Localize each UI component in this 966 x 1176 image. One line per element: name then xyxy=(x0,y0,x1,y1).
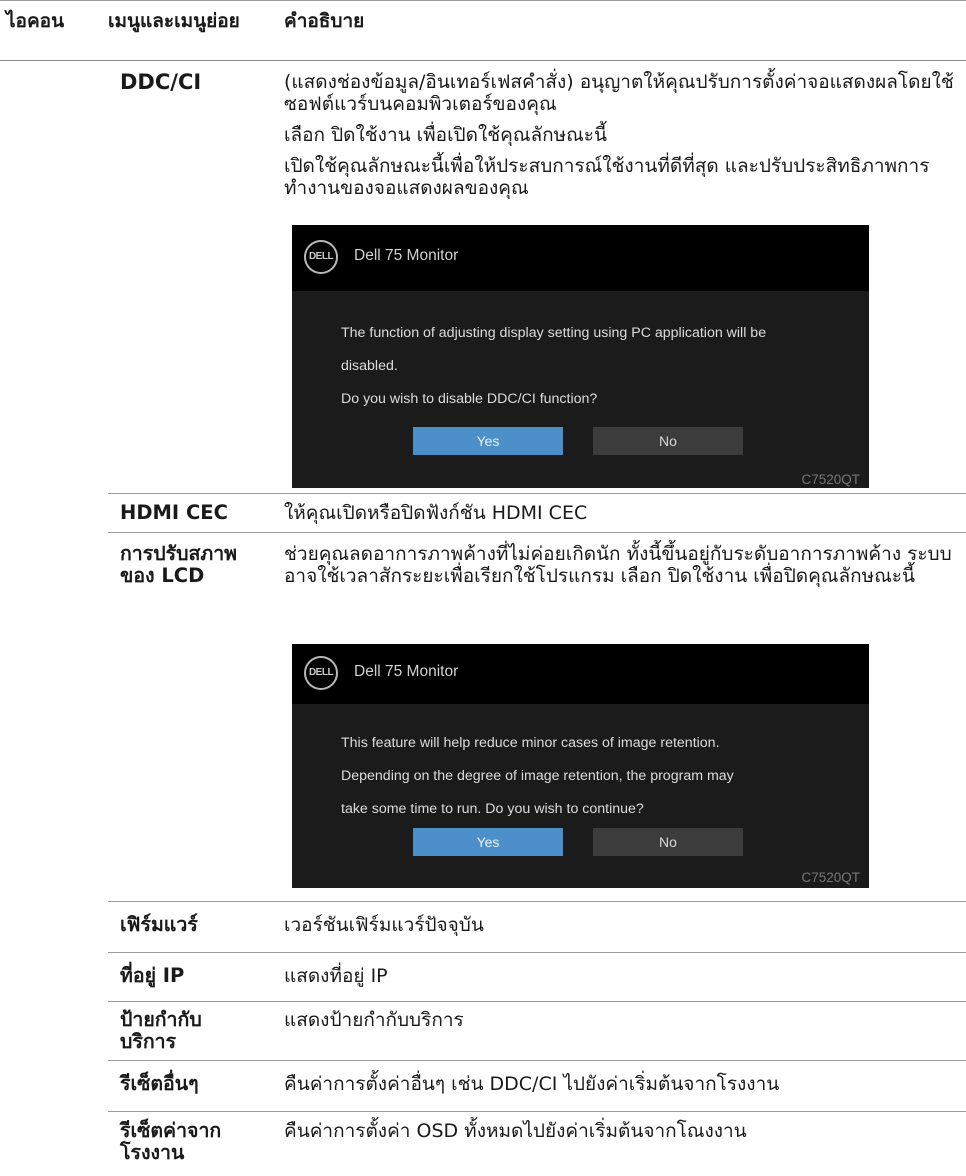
header-menu: เมนูและเมนูย่อย xyxy=(108,10,240,32)
lcd-conditioning-dialog: DELL Dell 75 Monitor This feature will h… xyxy=(292,644,869,888)
dialog-title-bar: DELL Dell 75 Monitor xyxy=(292,225,869,291)
row-description: ช่วยคุณลดอาการภาพค้างที่ไม่ค่อยเกิดนัก ท… xyxy=(284,543,952,587)
dialog-message: This feature will help reduce minor case… xyxy=(341,736,861,835)
row-name: ป้ายกำกับบริการ xyxy=(120,1008,202,1053)
table-header: ไอคอน เมนูและเมนูย่อย คำอธิบาย xyxy=(0,0,966,61)
row-name: รีเซ็ตอื่นๆ xyxy=(120,1072,199,1095)
row-service-tag: ป้ายกำกับบริการ แสดงป้ายกำกับบริการ xyxy=(108,1002,966,1061)
row-description: คืนค่าการตั้งค่า OSD ทั้งหมดไปยังค่าเริ่… xyxy=(284,1120,747,1142)
row-name: การปรับสภาพของ LCD xyxy=(120,542,238,587)
row-description: ให้คุณเปิดหรือปิดฟังก์ชัน HDMI CEC xyxy=(284,502,588,524)
yes-button[interactable]: Yes xyxy=(413,427,563,455)
ddc-desc-1: (แสดงช่องข้อมูล/อินเทอร์เฟสคำสั่ง) อนุญา… xyxy=(284,71,954,115)
yes-button[interactable]: Yes xyxy=(413,828,563,856)
no-button[interactable]: No xyxy=(593,427,743,455)
dell-logo-icon: DELL xyxy=(304,656,338,690)
ddc-ci-dialog: DELL Dell 75 Monitor The function of adj… xyxy=(292,225,869,488)
row-name: เฟิร์มแวร์ xyxy=(120,913,198,936)
row-hdmi-cec: HDMI CEC ให้คุณเปิดหรือปิดฟังก์ชัน HDMI … xyxy=(108,494,966,533)
dialog-title-bar: DELL Dell 75 Monitor xyxy=(292,644,869,704)
ddc-desc-2: เลือก ปิดใช้งาน เพื่อเปิดใช้คุณลักษณะนี้ xyxy=(284,124,607,146)
row-firmware: เฟิร์มแวร์ เวอร์ชันเฟิร์มแวร์ปัจจุบัน xyxy=(108,902,966,953)
dialog-message-line: Do you wish to disable DDC/CI function? xyxy=(341,391,598,407)
row-factory-reset: รีเซ็ตค่าจากโรงงาน คืนค่าการตั้งค่า OSD … xyxy=(108,1112,966,1176)
dialog-message-line: disabled. xyxy=(341,358,398,374)
header-description: คำอธิบาย xyxy=(284,10,365,32)
dialog-title: Dell 75 Monitor xyxy=(354,247,459,264)
row-description: แสดงที่อยู่ IP xyxy=(284,965,388,987)
no-button[interactable]: No xyxy=(593,828,743,856)
header-icon: ไอคอน xyxy=(6,10,65,32)
row-name: HDMI CEC xyxy=(120,501,228,524)
row-name: DDC/CI xyxy=(120,70,202,94)
dialog-title: Dell 75 Monitor xyxy=(354,663,459,680)
ddc-desc-3: เปิดใช้คุณลักษณะนี้เพื่อให้ประสบการณ์ใช้… xyxy=(284,155,930,199)
model-label: C7520QT xyxy=(801,472,860,487)
row-description: เวอร์ชันเฟิร์มแวร์ปัจจุบัน xyxy=(284,914,484,936)
dialog-message-line: Depending on the degree of image retenti… xyxy=(341,768,734,784)
row-other-reset: รีเซ็ตอื่นๆ คืนค่าการตั้งค่าอื่นๆ เช่น D… xyxy=(108,1061,966,1112)
dialog-message: The function of adjusting display settin… xyxy=(341,326,861,425)
row-description: คืนค่าการตั้งค่าอื่นๆ เช่น DDC/CI ไปยังค… xyxy=(284,1073,780,1095)
row-description: แสดงป้ายกำกับบริการ xyxy=(284,1009,464,1031)
row-name: รีเซ็ตค่าจากโรงงาน xyxy=(120,1119,222,1164)
dialog-message-line: The function of adjusting display settin… xyxy=(341,325,767,341)
model-label: C7520QT xyxy=(801,870,860,885)
row-ip-address: ที่อยู่ IP แสดงที่อยู่ IP xyxy=(108,953,966,1002)
header-top-rule xyxy=(0,0,966,1)
dialog-message-line: This feature will help reduce minor case… xyxy=(341,735,720,751)
row-description: (แสดงช่องข้อมูล/อินเทอร์เฟสคำสั่ง) อนุญา… xyxy=(284,71,954,208)
row-name: ที่อยู่ IP xyxy=(120,964,185,987)
dell-logo-icon: DELL xyxy=(304,240,338,274)
